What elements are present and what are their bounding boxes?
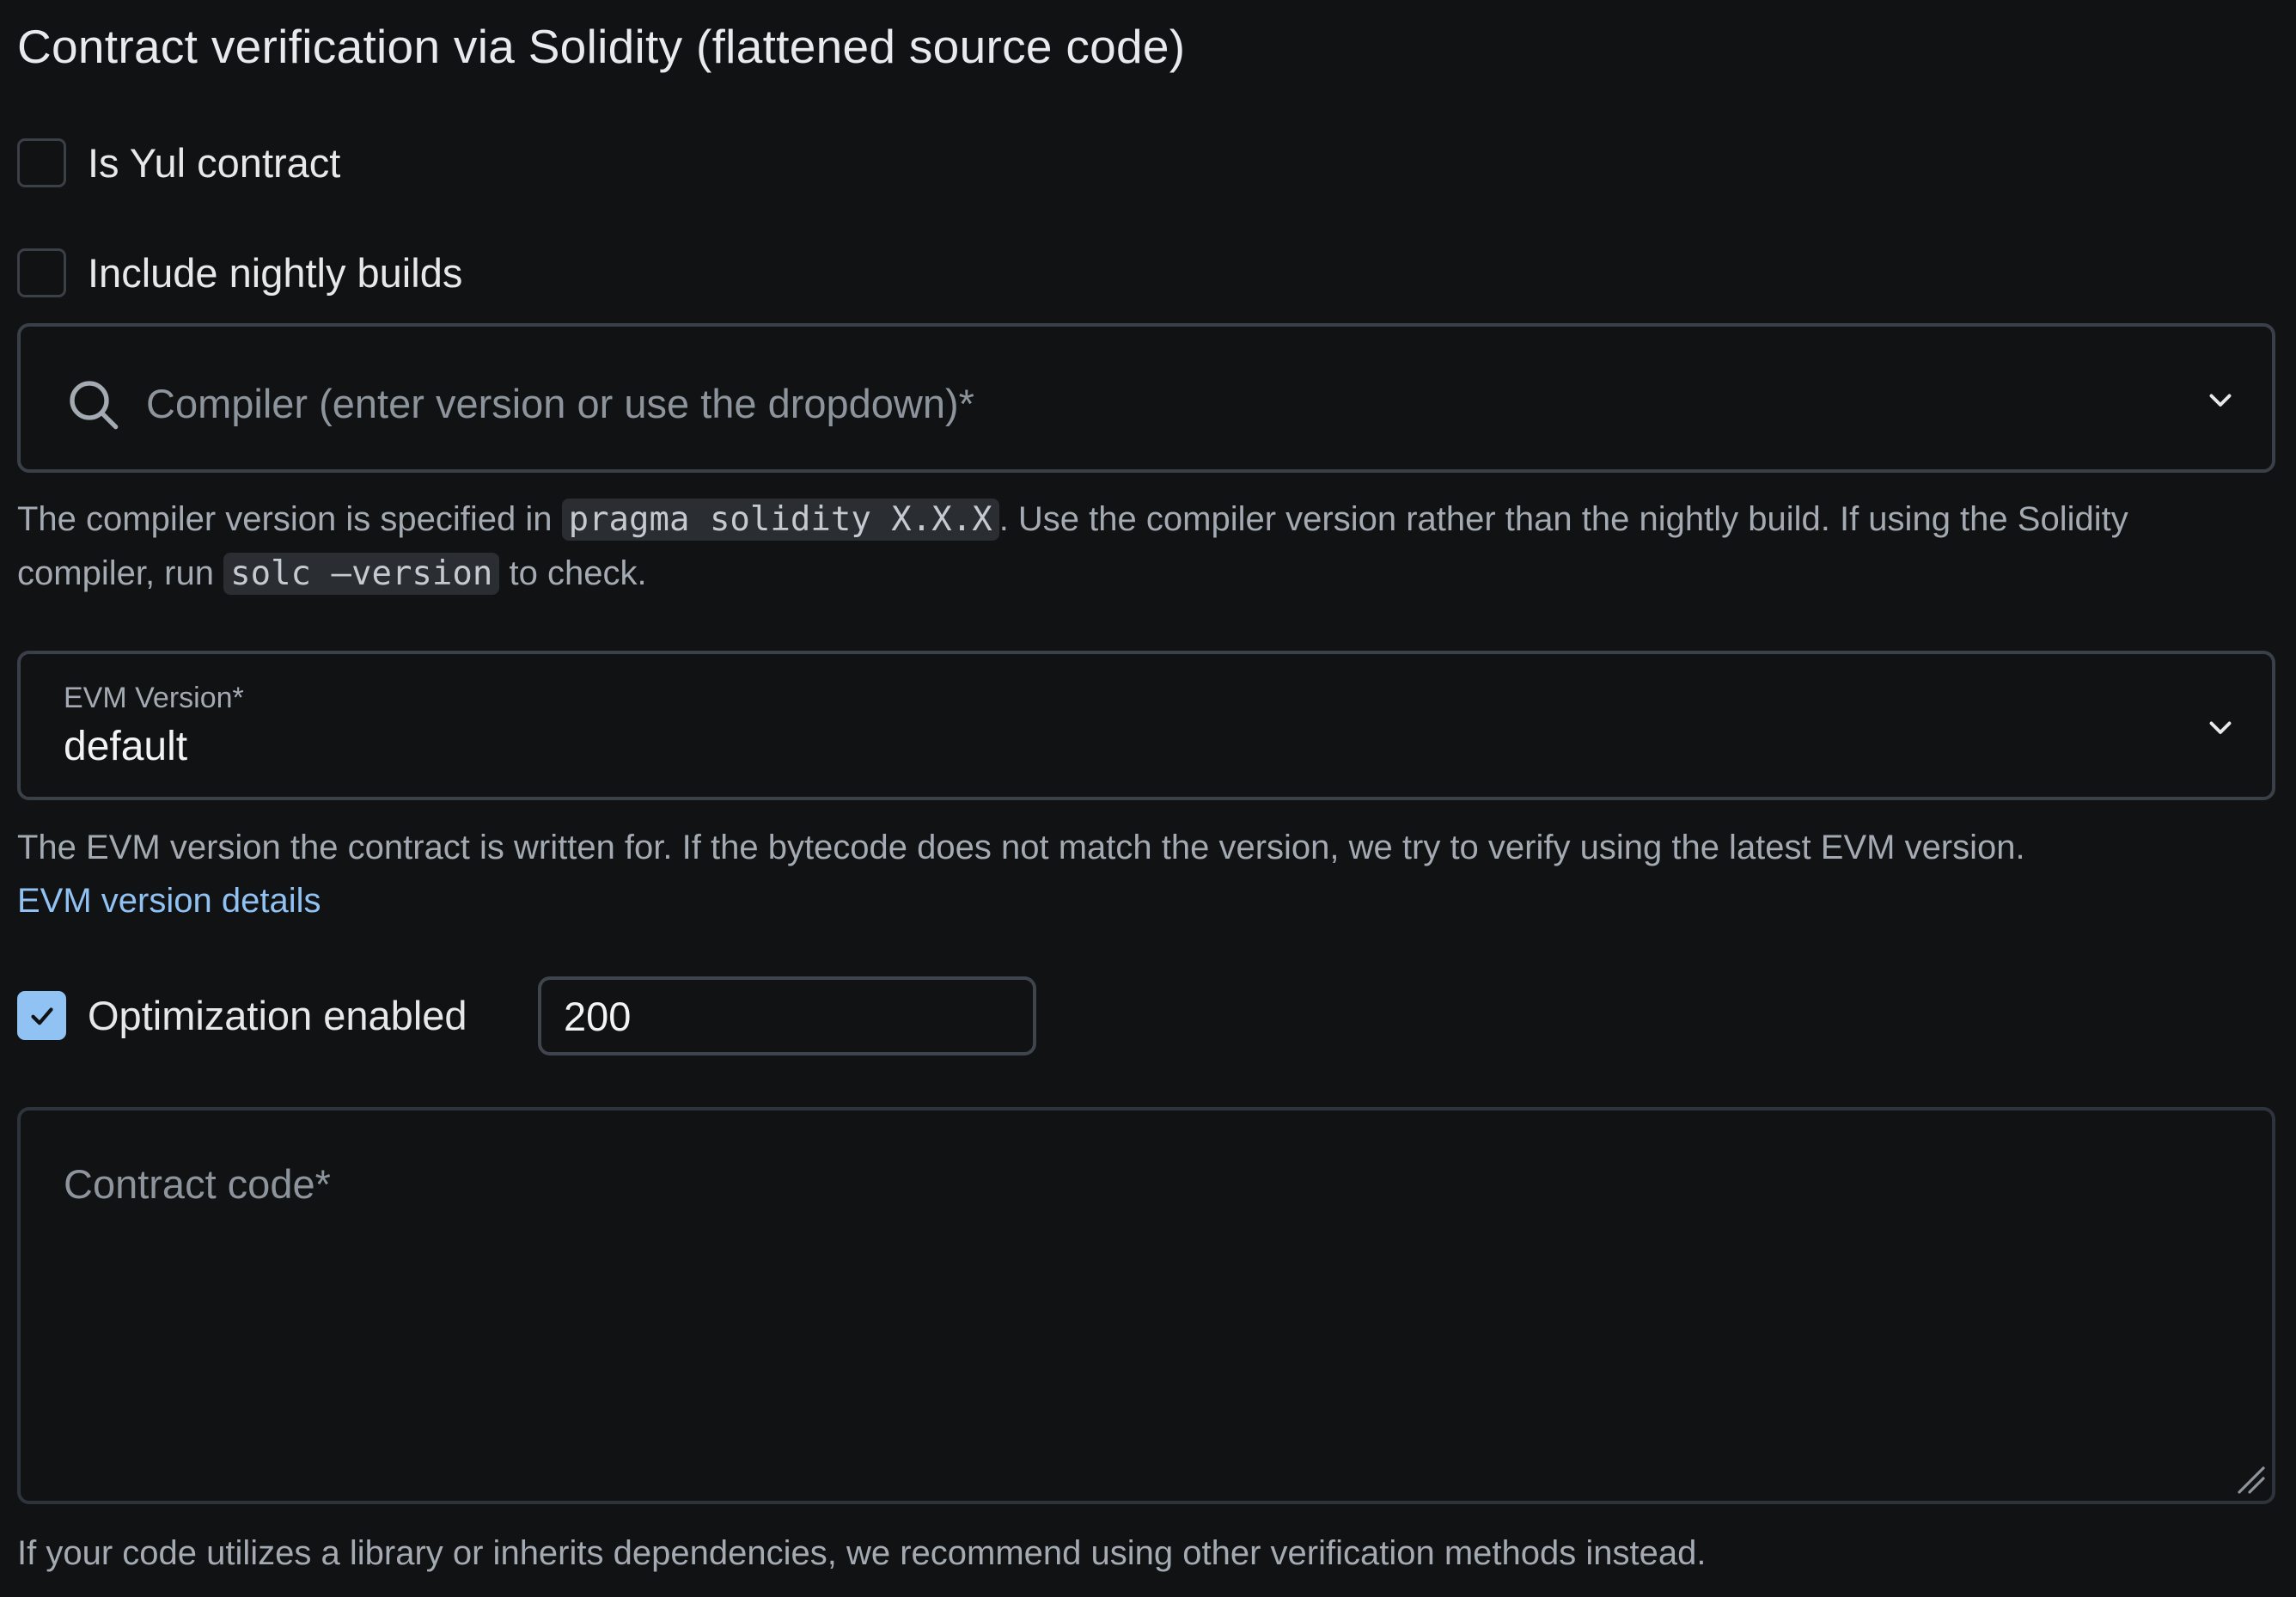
yul-contract-checkbox[interactable] [17, 138, 66, 187]
contract-code-textarea[interactable]: Contract code* [17, 1107, 2275, 1504]
yul-contract-label[interactable]: Is Yul contract [88, 139, 340, 187]
solc-version-code: solc —version [223, 553, 500, 595]
check-icon [30, 1007, 53, 1025]
evm-version-label: EVM Version* [64, 682, 244, 714]
compiler-hint-text: The compiler version is specified in [17, 500, 562, 538]
compiler-hint-text: to check. [499, 554, 647, 592]
optimization-checkbox[interactable] [17, 991, 66, 1040]
verification-form: Contract verification via Solidity (flat… [0, 0, 2296, 1597]
nightly-builds-label[interactable]: Include nightly builds [88, 249, 462, 297]
contract-code-hint: If your code utilizes a library or inher… [17, 1534, 1707, 1572]
page-title: Contract verification via Solidity (flat… [17, 20, 1186, 73]
pragma-code: pragma solidity X.X.X [561, 499, 999, 541]
evm-version-details-link[interactable]: EVM version details [17, 882, 321, 920]
chevron-down-icon[interactable] [2205, 384, 2236, 415]
contract-code-placeholder: Contract code* [64, 1161, 331, 1207]
compiler-hint: The compiler version is specified in pra… [17, 493, 2269, 601]
resize-handle-icon[interactable] [2232, 1461, 2267, 1496]
evm-hint-text: The EVM version the contract is written … [17, 829, 2025, 866]
nightly-builds-checkbox[interactable] [17, 248, 66, 297]
compiler-placeholder: Compiler (enter version or use the dropd… [146, 381, 974, 426]
optimization-label[interactable]: Optimization enabled [88, 992, 467, 1039]
optimization-runs-input[interactable] [538, 976, 1036, 1055]
search-icon [70, 381, 119, 430]
evm-hint: The EVM version the contract is written … [17, 821, 2269, 927]
evm-version-value: default [64, 724, 188, 769]
nightly-builds-option[interactable]: Include nightly builds [17, 248, 462, 297]
chevron-down-icon[interactable] [2205, 712, 2236, 743]
optimization-option[interactable]: Optimization enabled [17, 991, 467, 1040]
yul-contract-option[interactable]: Is Yul contract [17, 138, 340, 187]
evm-version-select[interactable]: EVM Version* default [17, 651, 2275, 800]
compiler-select[interactable]: Compiler (enter version or use the dropd… [17, 323, 2275, 473]
